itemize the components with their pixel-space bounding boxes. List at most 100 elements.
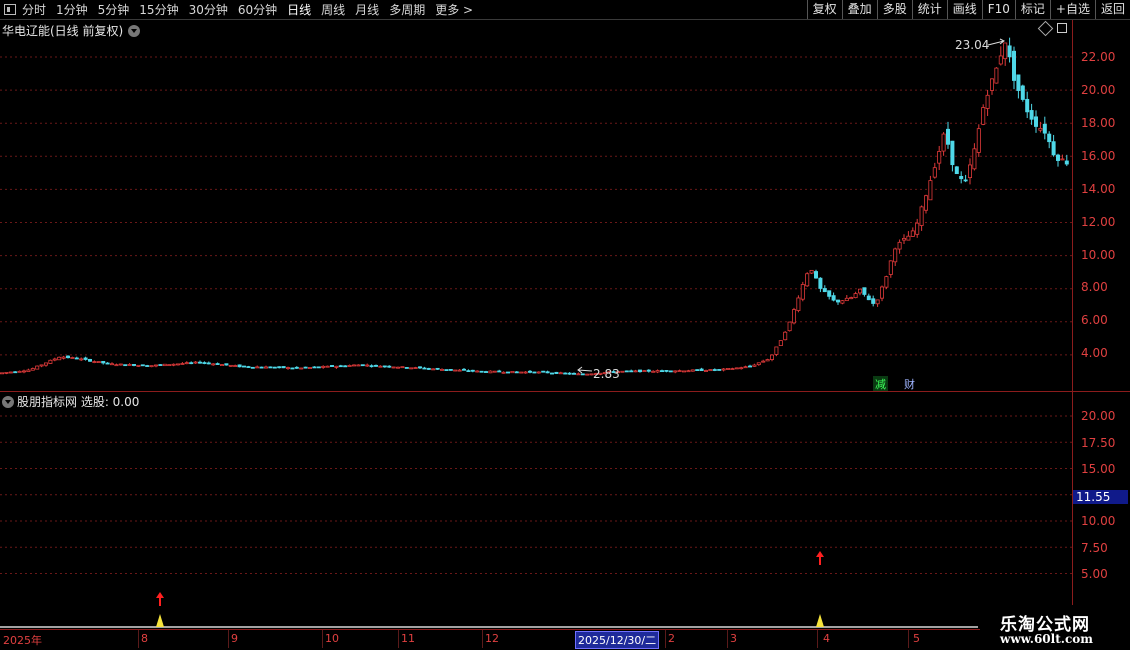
candle-up bbox=[677, 370, 682, 373]
candle-down bbox=[629, 370, 634, 373]
tab-weekly[interactable]: 周线 bbox=[321, 1, 345, 18]
date-tick bbox=[482, 630, 483, 648]
candle-up bbox=[48, 359, 53, 364]
indicator-panel[interactable]: 股朋指标网 选股: 0.00 bbox=[0, 391, 1073, 629]
candle-down bbox=[448, 369, 453, 371]
tab-more[interactable]: 更多 > bbox=[435, 1, 473, 18]
candle-down bbox=[638, 369, 643, 373]
candle-down bbox=[822, 288, 827, 293]
candle-down bbox=[695, 369, 700, 372]
main-chart-panel[interactable]: 23.04 2.83 华电辽能(日线 前复权) 减 财 bbox=[0, 20, 1073, 392]
candle-up bbox=[299, 367, 304, 370]
candle-down bbox=[567, 372, 572, 375]
candle-down bbox=[66, 355, 71, 359]
toolbar-actions: 复权 叠加 多股 统计 画线 F10 标记 +自选 返回 bbox=[806, 0, 1130, 19]
candle-up bbox=[17, 370, 22, 373]
candle-up bbox=[972, 148, 977, 170]
date-label: 9 bbox=[231, 632, 238, 645]
candle-up bbox=[501, 371, 506, 374]
indicator-chart[interactable] bbox=[0, 392, 1073, 629]
date-tick bbox=[908, 630, 909, 648]
candle-up bbox=[875, 299, 880, 305]
overlay-button[interactable]: 叠加 bbox=[841, 0, 877, 19]
tab-multi-period[interactable]: 多周期 bbox=[389, 1, 425, 18]
candle-up bbox=[409, 367, 414, 370]
candle-down bbox=[818, 277, 823, 289]
candle-up bbox=[171, 363, 176, 366]
f10-button[interactable]: F10 bbox=[981, 0, 1015, 19]
draw-line-button[interactable]: 画线 bbox=[946, 0, 982, 19]
candle-up bbox=[928, 180, 933, 201]
adjust-button[interactable]: 复权 bbox=[806, 0, 842, 19]
candle-up bbox=[994, 67, 999, 84]
reduce-badge[interactable]: 减 bbox=[873, 376, 888, 392]
candle-up bbox=[1038, 127, 1043, 131]
axis-label: 17.50 bbox=[1081, 436, 1116, 450]
candle-up bbox=[193, 361, 198, 364]
candle-up bbox=[233, 365, 238, 367]
candle-up bbox=[910, 230, 915, 237]
tab-60min[interactable]: 60分钟 bbox=[238, 1, 277, 18]
candle-down bbox=[224, 363, 229, 366]
statistics-button[interactable]: 统计 bbox=[911, 0, 947, 19]
candle-down bbox=[545, 371, 550, 374]
candle-up bbox=[492, 370, 497, 373]
candle-up bbox=[884, 276, 889, 288]
candle-up bbox=[475, 370, 480, 373]
candle-up bbox=[1003, 42, 1008, 60]
tab-intraday[interactable]: 分时 bbox=[22, 1, 46, 18]
axis-label: 6.00 bbox=[1081, 313, 1108, 327]
tab-monthly[interactable]: 月线 bbox=[355, 1, 379, 18]
candle-down bbox=[1056, 154, 1061, 161]
candle-down bbox=[373, 364, 378, 367]
candle-down bbox=[202, 362, 207, 364]
watermark-url: www.60lt.com bbox=[1000, 632, 1093, 646]
candle-down bbox=[563, 372, 568, 375]
selected-date[interactable]: 2025/12/30/二 bbox=[575, 631, 660, 649]
candle-up bbox=[783, 331, 788, 341]
candle-up bbox=[453, 369, 458, 372]
candle-down bbox=[435, 367, 440, 370]
candle-down bbox=[140, 364, 145, 367]
candle-up bbox=[690, 369, 695, 372]
candle-up bbox=[4, 371, 9, 374]
candle-up bbox=[21, 370, 26, 373]
tab-daily[interactable]: 日线 bbox=[287, 1, 311, 18]
tab-5min[interactable]: 5分钟 bbox=[98, 1, 130, 18]
candle-up bbox=[655, 370, 660, 373]
mark-button[interactable]: 标记 bbox=[1014, 0, 1050, 19]
candle-up bbox=[990, 78, 995, 91]
axis-label: 14.00 bbox=[1081, 182, 1116, 196]
candle-down bbox=[123, 364, 128, 367]
candle-down bbox=[1047, 133, 1052, 143]
candle-down bbox=[580, 373, 585, 376]
tab-1min[interactable]: 1分钟 bbox=[56, 1, 88, 18]
candle-up bbox=[523, 371, 528, 374]
candle-up bbox=[809, 269, 814, 274]
candle-down bbox=[871, 298, 876, 304]
candle-up bbox=[307, 367, 312, 369]
tab-30min[interactable]: 30分钟 bbox=[189, 1, 228, 18]
multi-stock-button[interactable]: 多股 bbox=[876, 0, 912, 19]
candle-up bbox=[180, 363, 185, 365]
indicator-title: 股朋指标网 选股: 0.00 bbox=[2, 393, 139, 410]
candle-down bbox=[862, 287, 867, 295]
candle-down bbox=[259, 366, 264, 369]
axis-label: 20.00 bbox=[1081, 409, 1116, 423]
candle-down bbox=[83, 357, 88, 360]
candle-up bbox=[26, 369, 31, 373]
back-button[interactable]: 返回 bbox=[1094, 0, 1130, 19]
tab-15min[interactable]: 15分钟 bbox=[139, 1, 178, 18]
candle-up bbox=[365, 364, 370, 367]
candle-down bbox=[158, 364, 163, 366]
finance-badge[interactable]: 财 bbox=[902, 376, 917, 392]
indicator-menu-icon[interactable] bbox=[2, 395, 14, 408]
window-layout-icon[interactable] bbox=[4, 4, 16, 15]
candlestick-chart[interactable]: 23.04 2.83 bbox=[0, 20, 1073, 391]
add-watchlist-button[interactable]: +自选 bbox=[1049, 0, 1095, 19]
panel-toggle-icon[interactable] bbox=[1057, 23, 1067, 33]
main-chart-title: 华电辽能(日线 前复权) bbox=[2, 22, 143, 39]
candle-down bbox=[946, 128, 951, 145]
dropdown-icon[interactable] bbox=[128, 24, 141, 37]
price-axis: 22.00 20.00 18.00 16.00 14.00 12.00 10.0… bbox=[1072, 20, 1130, 391]
